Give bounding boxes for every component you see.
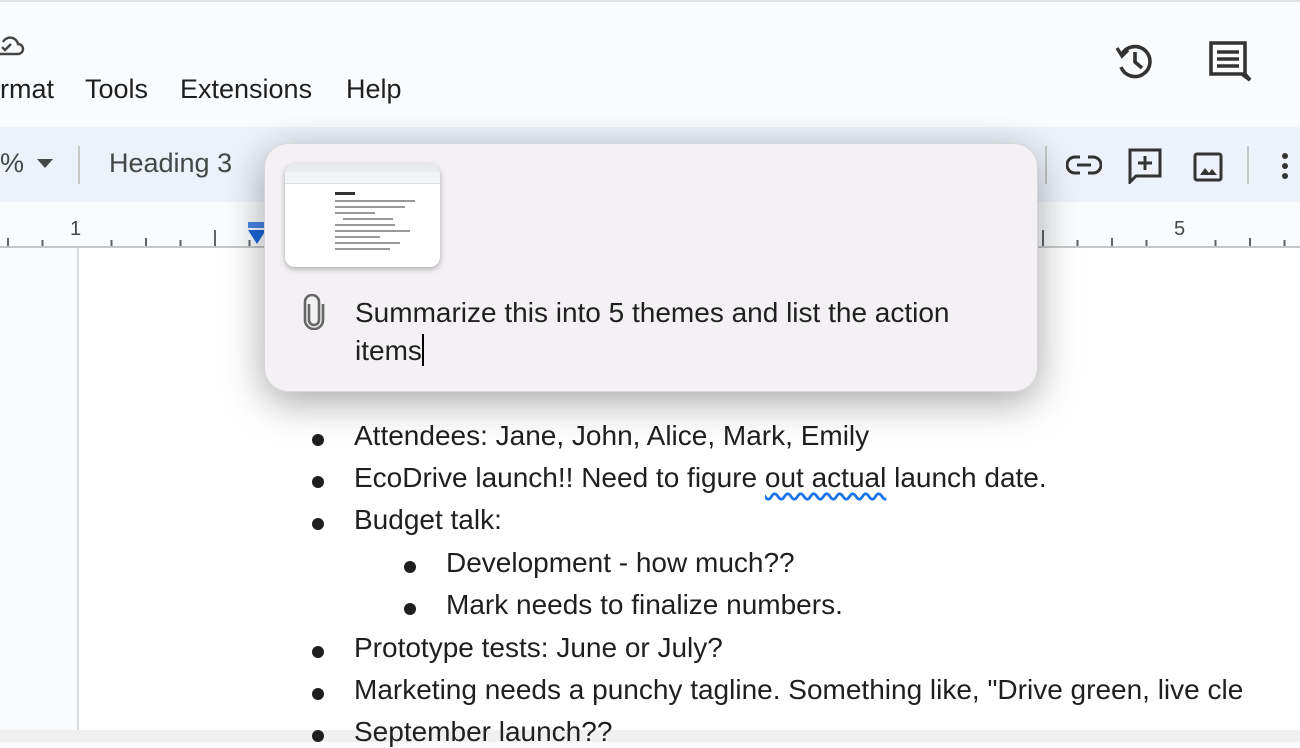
toolbar-divider	[1045, 146, 1047, 184]
toolbar-divider	[1247, 146, 1249, 184]
prompt-text: Summarize this into 5 themes and list th…	[355, 297, 950, 366]
bullet-icon	[404, 561, 416, 573]
bullet-icon	[312, 476, 324, 488]
version-history-icon[interactable]	[1114, 40, 1156, 82]
menu-format[interactable]: rmat	[0, 74, 54, 105]
list-item[interactable]: Marketing needs a punchy tagline. Someth…	[354, 674, 1243, 706]
comments-icon[interactable]	[1208, 40, 1252, 82]
bullet-icon	[312, 646, 324, 658]
menu-tools[interactable]: Tools	[85, 74, 148, 105]
spellcheck-underline[interactable]: out actual	[765, 462, 886, 493]
add-comment-icon[interactable]	[1128, 148, 1162, 184]
menu-help[interactable]: Help	[346, 74, 402, 105]
toolbar-divider	[78, 146, 80, 184]
paragraph-style-select[interactable]: Heading 3	[109, 148, 232, 179]
list-item[interactable]: Prototype tests: June or July?	[354, 632, 723, 664]
bullet-icon	[312, 434, 324, 446]
menu-extensions[interactable]: Extensions	[180, 74, 312, 105]
bullet-icon	[312, 688, 324, 700]
list-item[interactable]: Mark needs to finalize numbers.	[446, 589, 843, 621]
bullet-icon	[312, 518, 324, 530]
list-item[interactable]: Development - how much??	[446, 547, 795, 579]
prompt-input[interactable]: Summarize this into 5 themes and list th…	[355, 294, 1015, 370]
attachment-thumbnail[interactable]	[285, 164, 440, 267]
bullet-icon	[404, 603, 416, 615]
paperclip-icon[interactable]	[301, 294, 327, 330]
zoom-select[interactable]: %	[0, 148, 24, 179]
gemini-prompt-popup: Summarize this into 5 themes and list th…	[264, 143, 1038, 392]
status-strip	[0, 730, 1300, 742]
insert-image-icon[interactable]	[1193, 152, 1223, 182]
list-item[interactable]: Attendees: Jane, John, Alice, Mark, Emil…	[354, 420, 869, 452]
list-item[interactable]: Budget talk:	[354, 504, 502, 536]
insert-link-icon[interactable]	[1066, 152, 1102, 178]
chevron-down-icon[interactable]	[37, 159, 53, 169]
bullet-icon	[312, 730, 324, 742]
more-options-icon[interactable]	[1280, 152, 1290, 180]
ruler-label: 5	[1174, 218, 1186, 240]
ruler-label: 1	[70, 218, 82, 240]
list-item[interactable]: EcoDrive launch!! Need to figure out act…	[354, 462, 1047, 494]
list-item[interactable]: September launch??	[354, 716, 612, 748]
menu-bar: rmat Tools Extensions Help	[0, 0, 1300, 127]
text-caret	[421, 334, 424, 366]
cloud-saved-icon[interactable]	[0, 34, 26, 58]
